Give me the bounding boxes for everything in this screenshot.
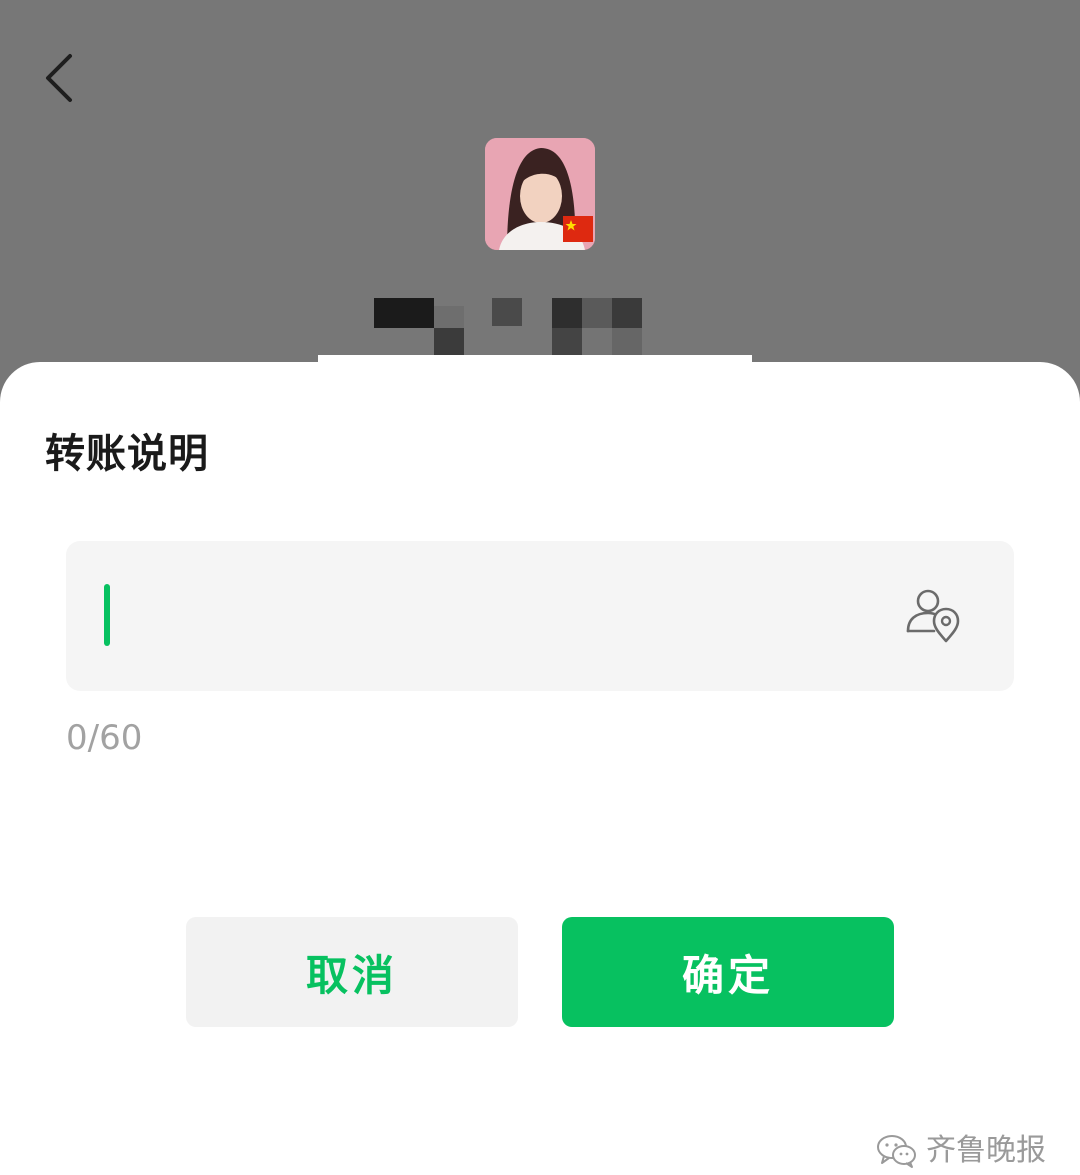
redacted-name xyxy=(372,296,672,358)
char-counter: 0/60 xyxy=(66,718,143,758)
chevron-left-icon xyxy=(46,54,72,102)
transfer-note-dialog: 转账说明 0/60 取消 确定 齐鲁晚报 xyxy=(0,362,1080,1175)
mention-button[interactable] xyxy=(904,587,962,645)
note-input[interactable] xyxy=(66,541,1014,691)
wechat-icon xyxy=(877,1135,916,1168)
watermark-text: 齐鲁晚报 xyxy=(926,1133,1046,1168)
transfer-screen: 转账说明 0/60 取消 确定 齐鲁晚报 xyxy=(0,0,1080,1175)
user-location-icon xyxy=(906,589,960,643)
dialog-title: 转账说明 xyxy=(45,431,209,477)
cancel-button[interactable]: 取消 xyxy=(186,917,518,1027)
confirm-button[interactable]: 确定 xyxy=(562,917,894,1027)
avatar xyxy=(485,138,595,250)
watermark: 齐鲁晚报 xyxy=(876,1129,1046,1173)
text-caret xyxy=(104,584,110,646)
back-button[interactable] xyxy=(40,50,84,106)
